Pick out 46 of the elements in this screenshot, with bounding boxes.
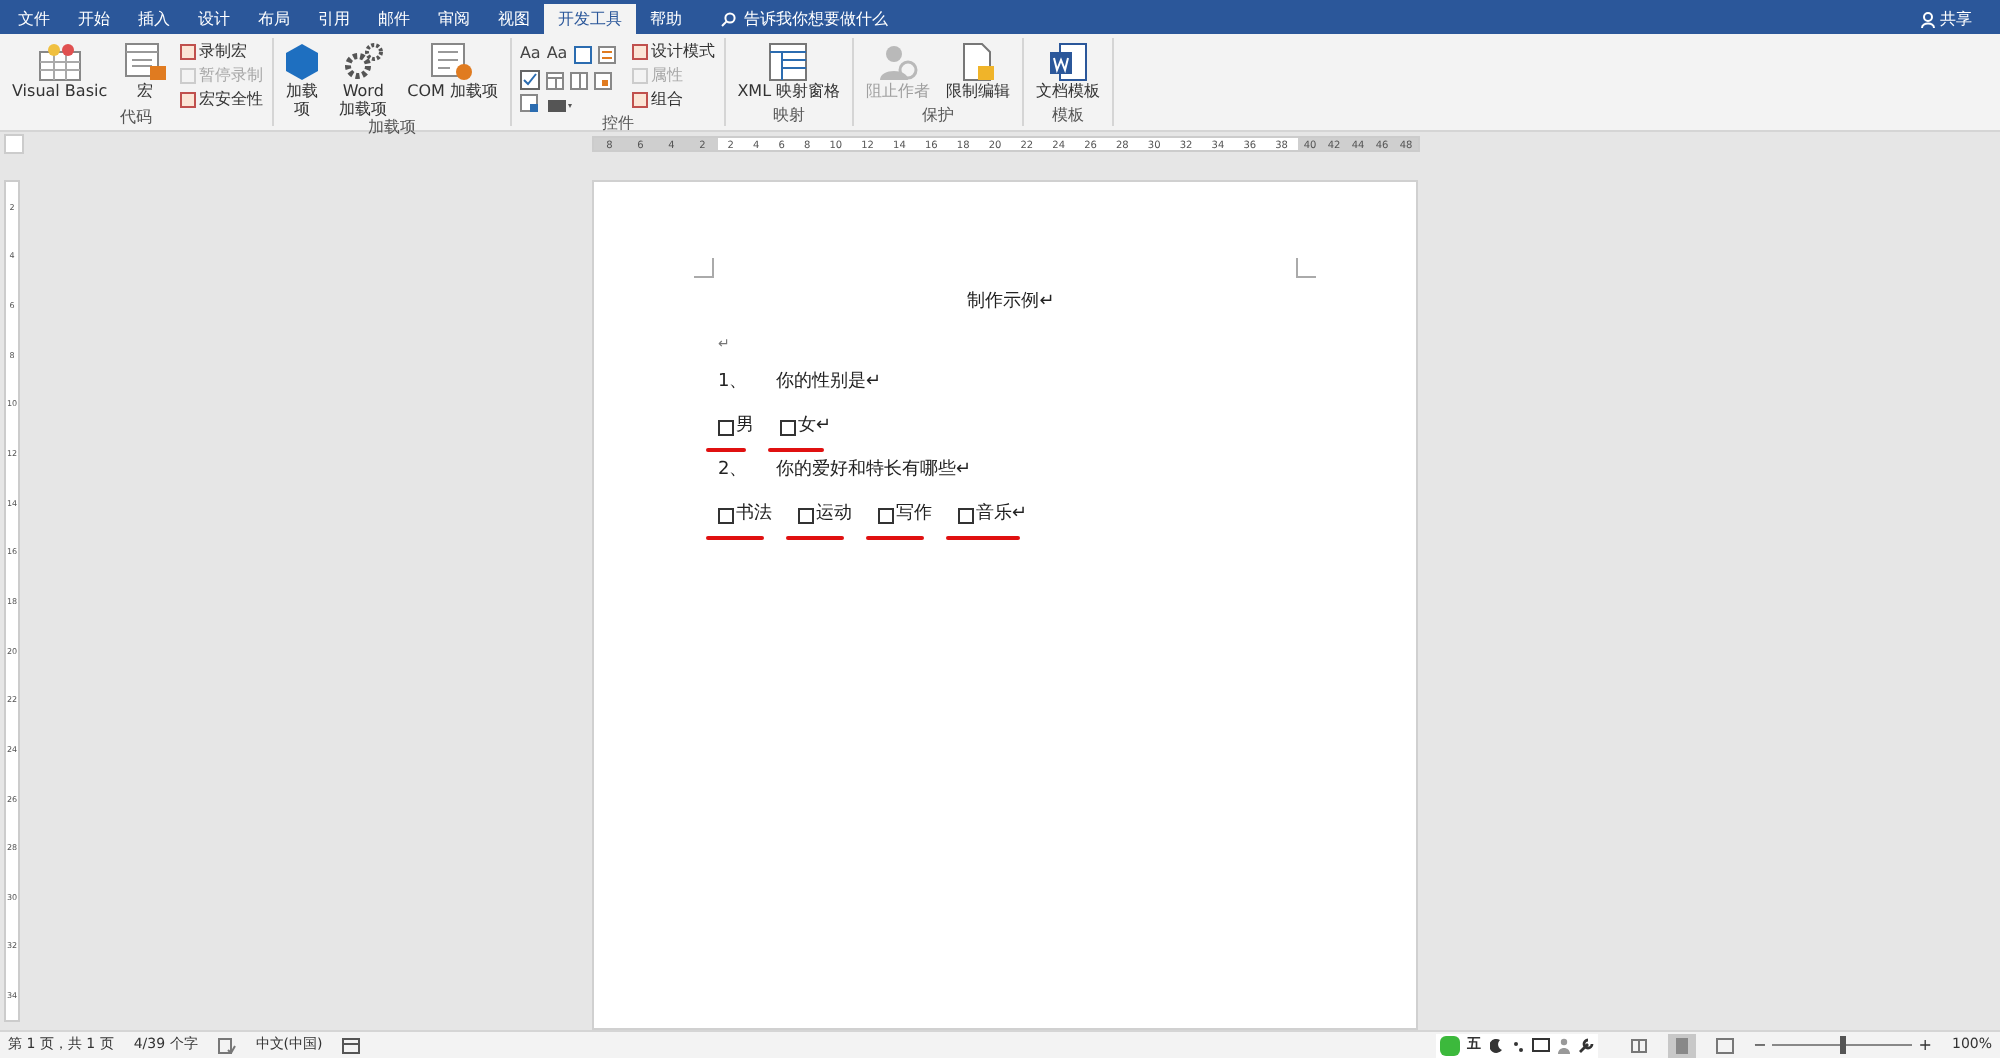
- ribbon-small-button[interactable]: 宏安全性: [179, 90, 264, 108]
- ribbon-button[interactable]: Visual Basic: [8, 38, 112, 100]
- ribbon-small-button[interactable]: 组合: [631, 90, 716, 108]
- option-label: 书法: [736, 502, 772, 529]
- ribbon-tab[interactable]: 插入: [124, 4, 184, 34]
- ribbon-button[interactable]: Word 加载项: [331, 38, 396, 118]
- zoom-out-button[interactable]: −: [1753, 1033, 1767, 1057]
- ribbon-button[interactable]: COM 加载项: [403, 38, 502, 100]
- ribbon-tab[interactable]: 视图: [484, 4, 544, 34]
- ribbon-tab[interactable]: 开始: [64, 4, 124, 34]
- ribbon-button[interactable]: 宏: [119, 38, 172, 100]
- ribbon-tab[interactable]: 开发工具: [544, 4, 636, 34]
- group-label: 代码: [117, 108, 154, 128]
- ribbon-tab[interactable]: 帮助: [636, 4, 696, 34]
- option-label: 写作: [896, 502, 932, 529]
- group-label: 加载项: [365, 118, 418, 138]
- group-label: 保护: [920, 106, 957, 126]
- document-title: 制作示例↵: [967, 290, 1055, 316]
- zoom-in-button[interactable]: +: [1918, 1033, 1932, 1057]
- text-control-button[interactable]: Aa: [546, 42, 568, 66]
- text-control-button[interactable]: Aa: [519, 42, 541, 66]
- ribbon-small-button[interactable]: 设计模式: [631, 42, 716, 60]
- ribbon-tab[interactable]: 布局: [244, 4, 304, 34]
- option-label: 运动: [816, 502, 852, 529]
- ribbon-button[interactable]: XML 映射窗格: [733, 38, 845, 100]
- ribbon-small-button[interactable]: 录制宏: [179, 42, 264, 60]
- question-text: 你的性别是↵: [776, 370, 882, 397]
- option-label: 音乐↵: [976, 502, 1028, 529]
- share-button[interactable]: 共享: [1920, 4, 1972, 34]
- ribbon-button[interactable]: 文档模板: [1032, 38, 1105, 100]
- ribbon-button[interactable]: 限制编辑: [942, 38, 1015, 100]
- ribbon-tab[interactable]: 引用: [304, 4, 364, 34]
- ribbon-tab[interactable]: 审阅: [424, 4, 484, 34]
- list-number: 2、: [718, 458, 750, 485]
- group-label: 映射: [770, 106, 807, 126]
- ribbon-tab[interactable]: 文件: [4, 4, 64, 34]
- option-label: 女↵: [798, 414, 832, 441]
- ribbon-tab[interactable]: 邮件: [364, 4, 424, 34]
- question-text: 你的爱好和特长有哪些↵: [776, 458, 972, 485]
- list-number: 1、: [718, 370, 750, 397]
- group-label: 控件: [599, 114, 636, 134]
- group-label: 模板: [1050, 106, 1087, 126]
- ribbon-tab[interactable]: 设计: [184, 4, 244, 34]
- tell-me-field[interactable]: 告诉我你想要做什么: [744, 7, 888, 31]
- ribbon-button[interactable]: 加载项: [281, 38, 324, 118]
- option-label: 男: [736, 414, 754, 441]
